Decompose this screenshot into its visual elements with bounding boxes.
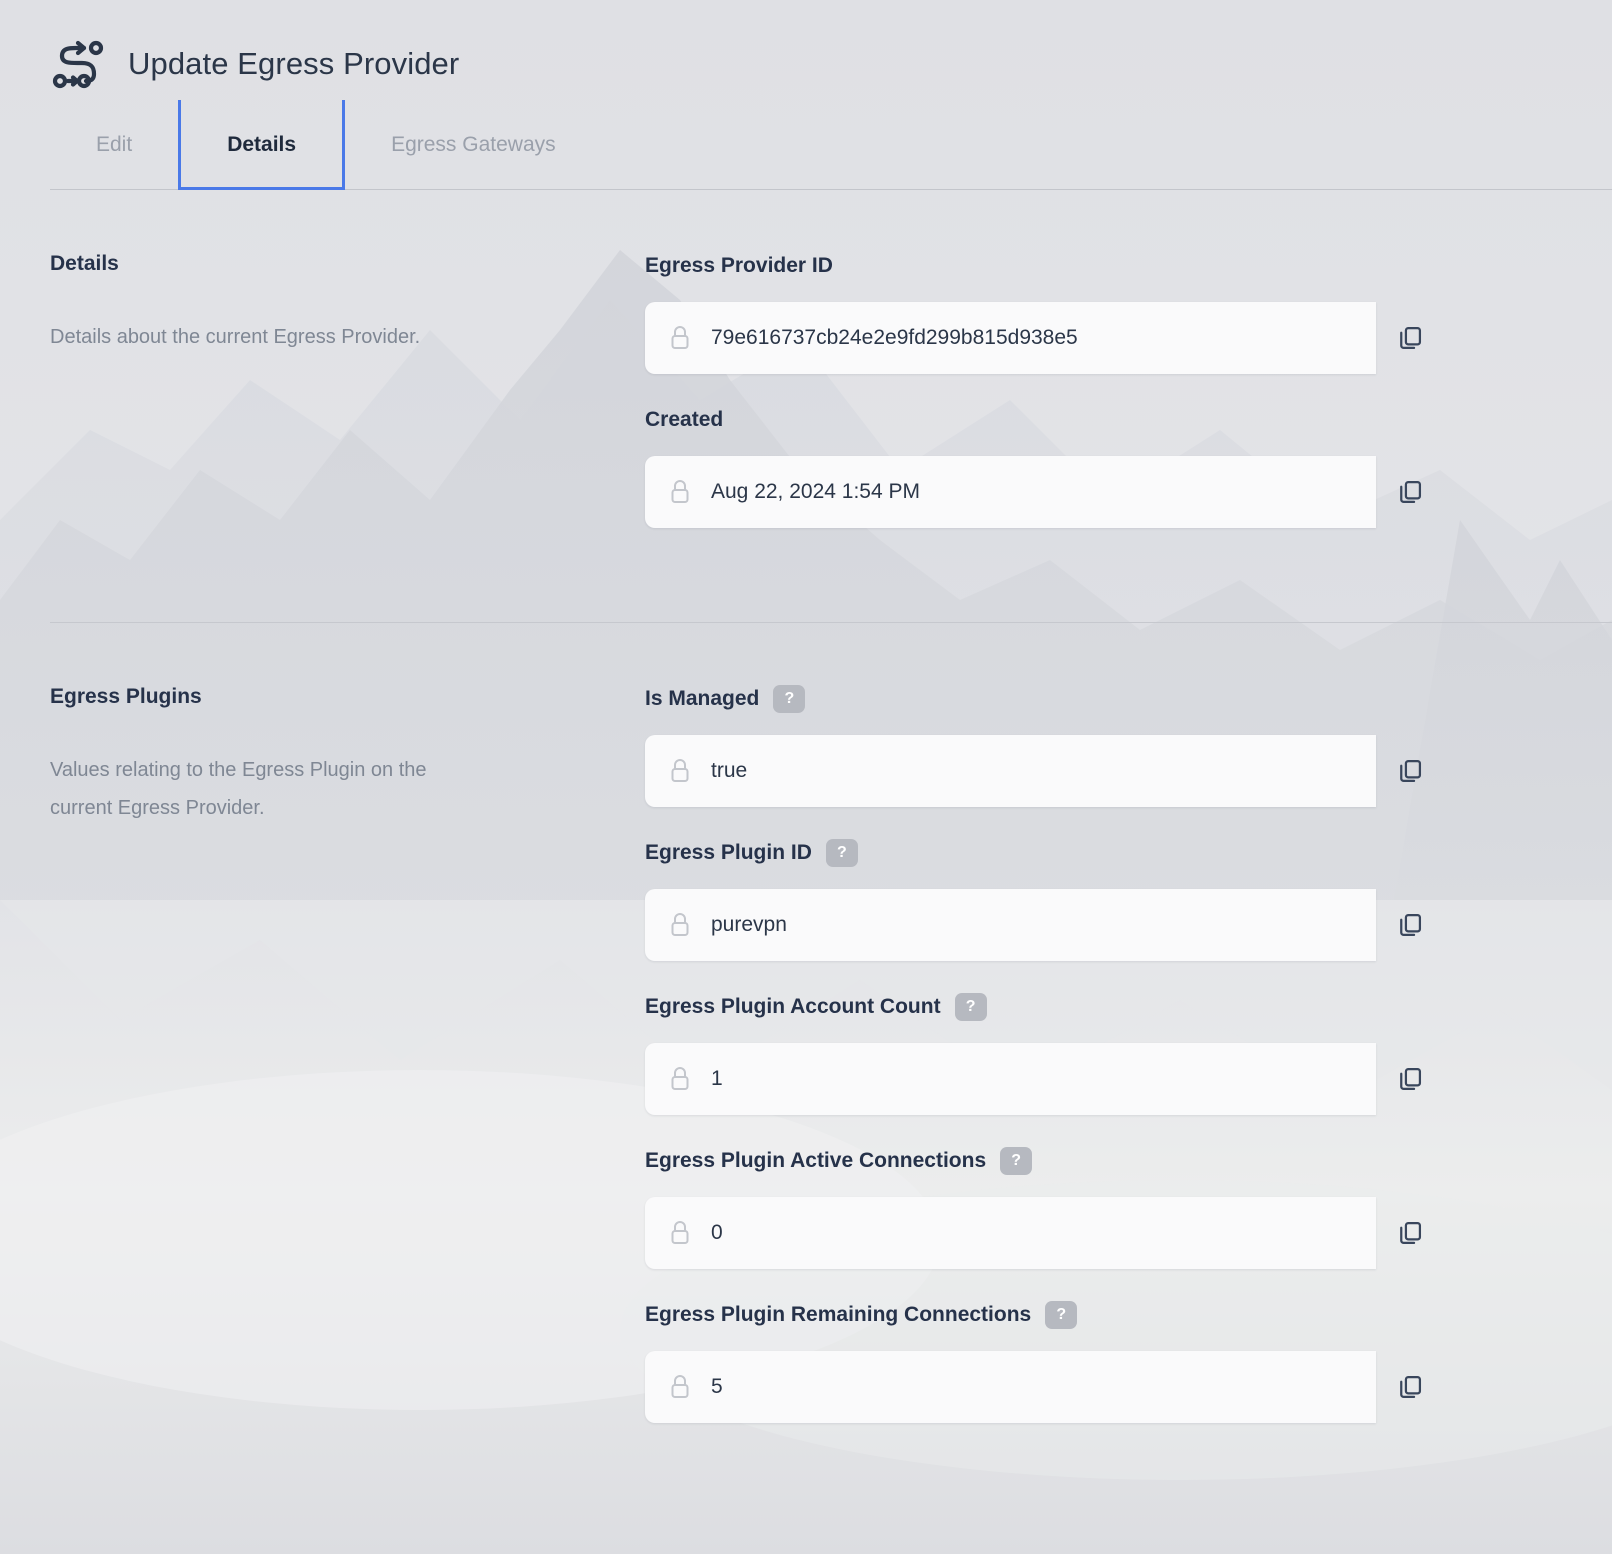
copy-icon xyxy=(1396,757,1424,785)
field-label: Egress Provider ID xyxy=(645,254,833,278)
egress-plugin-id-input[interactable]: purevpn xyxy=(645,889,1376,961)
route-icon xyxy=(50,38,106,90)
tab-bar: Edit Details Egress Gateways xyxy=(50,100,1612,190)
input-row: purevpn xyxy=(645,889,1444,961)
section-details-description: Details about the current Egress Provide… xyxy=(50,318,490,356)
copy-icon xyxy=(1396,324,1424,352)
section-egress-plugins-left: Egress Plugins Values relating to the Eg… xyxy=(50,623,645,1455)
field-label: Egress Plugin Active Connections xyxy=(645,1149,986,1173)
egress-plugin-remaining-connections-value: 5 xyxy=(711,1375,723,1399)
field-egress-plugin-remaining-connections: Egress Plugin Remaining Connections ? 5 xyxy=(645,1301,1444,1423)
tab-edit[interactable]: Edit xyxy=(50,100,178,190)
field-egress-provider-id: Egress Provider ID 79e616737cb24e2e9fd29… xyxy=(645,252,1444,374)
egress-plugin-account-count-input[interactable]: 1 xyxy=(645,1043,1376,1115)
egress-plugin-remaining-connections-input[interactable]: 5 xyxy=(645,1351,1376,1423)
copy-icon xyxy=(1396,1373,1424,1401)
field-egress-plugin-active-connections: Egress Plugin Active Connections ? 0 xyxy=(645,1147,1444,1269)
lock-icon xyxy=(669,479,691,505)
help-icon[interactable]: ? xyxy=(1045,1301,1077,1329)
section-egress-plugins-fields: Is Managed ? true xyxy=(645,623,1612,1455)
input-row: Aug 22, 2024 1:54 PM xyxy=(645,456,1444,528)
field-is-managed: Is Managed ? true xyxy=(645,685,1444,807)
input-row: 0 xyxy=(645,1197,1444,1269)
field-label-row: Egress Plugin ID ? xyxy=(645,839,1444,867)
tab-details[interactable]: Details xyxy=(178,100,345,190)
field-label: Is Managed xyxy=(645,687,759,711)
field-label: Egress Plugin Account Count xyxy=(645,995,941,1019)
section-details-left: Details Details about the current Egress… xyxy=(50,190,645,560)
field-label-row: Egress Plugin Active Connections ? xyxy=(645,1147,1444,1175)
lock-icon xyxy=(669,1374,691,1400)
egress-plugin-account-count-value: 1 xyxy=(711,1067,723,1091)
copy-icon xyxy=(1396,1219,1424,1247)
help-icon[interactable]: ? xyxy=(773,685,805,713)
field-label-row: Egress Provider ID xyxy=(645,252,1444,280)
copy-egress-plugin-active-connections-button[interactable] xyxy=(1376,1197,1444,1269)
egress-provider-id-input[interactable]: 79e616737cb24e2e9fd299b815d938e5 xyxy=(645,302,1376,374)
field-egress-plugin-account-count: Egress Plugin Account Count ? 1 xyxy=(645,993,1444,1115)
page-header: Update Egress Provider xyxy=(0,0,1612,100)
copy-egress-plugin-id-button[interactable] xyxy=(1376,889,1444,961)
field-label: Egress Plugin ID xyxy=(645,841,812,865)
section-details: Details Details about the current Egress… xyxy=(0,190,1612,560)
input-row: true xyxy=(645,735,1444,807)
field-label-row: Egress Plugin Account Count ? xyxy=(645,993,1444,1021)
egress-plugin-active-connections-input[interactable]: 0 xyxy=(645,1197,1376,1269)
egress-plugin-id-value: purevpn xyxy=(711,913,787,937)
created-input[interactable]: Aug 22, 2024 1:54 PM xyxy=(645,456,1376,528)
field-label-row: Egress Plugin Remaining Connections ? xyxy=(645,1301,1444,1329)
help-icon[interactable]: ? xyxy=(955,993,987,1021)
help-icon[interactable]: ? xyxy=(1000,1147,1032,1175)
copy-icon xyxy=(1396,478,1424,506)
field-label-row: Is Managed ? xyxy=(645,685,1444,713)
egress-provider-id-value: 79e616737cb24e2e9fd299b815d938e5 xyxy=(711,326,1078,350)
tab-egress-gateways[interactable]: Egress Gateways xyxy=(345,100,602,190)
lock-icon xyxy=(669,758,691,784)
page-root: Update Egress Provider Edit Details Egre… xyxy=(0,0,1612,1554)
lock-icon xyxy=(669,325,691,351)
copy-egress-plugin-account-count-button[interactable] xyxy=(1376,1043,1444,1115)
created-value: Aug 22, 2024 1:54 PM xyxy=(711,480,920,504)
field-created: Created Aug 22, 2024 1:54 PM xyxy=(645,406,1444,528)
field-label: Created xyxy=(645,408,723,432)
section-details-fields: Egress Provider ID 79e616737cb24e2e9fd29… xyxy=(645,190,1612,560)
is-managed-value: true xyxy=(711,759,747,783)
input-row: 1 xyxy=(645,1043,1444,1115)
copy-created-button[interactable] xyxy=(1376,456,1444,528)
copy-egress-provider-id-button[interactable] xyxy=(1376,302,1444,374)
section-egress-plugins: Egress Plugins Values relating to the Eg… xyxy=(0,623,1612,1455)
egress-plugin-active-connections-value: 0 xyxy=(711,1221,723,1245)
help-icon[interactable]: ? xyxy=(826,839,858,867)
page-title: Update Egress Provider xyxy=(128,46,459,82)
field-egress-plugin-id: Egress Plugin ID ? purevpn xyxy=(645,839,1444,961)
copy-is-managed-button[interactable] xyxy=(1376,735,1444,807)
field-label: Egress Plugin Remaining Connections xyxy=(645,1303,1031,1327)
section-egress-plugins-title: Egress Plugins xyxy=(50,685,645,709)
field-label-row: Created xyxy=(645,406,1444,434)
lock-icon xyxy=(669,1220,691,1246)
lock-icon xyxy=(669,912,691,938)
input-row: 5 xyxy=(645,1351,1444,1423)
copy-icon xyxy=(1396,1065,1424,1093)
input-row: 79e616737cb24e2e9fd299b815d938e5 xyxy=(645,302,1444,374)
section-details-title: Details xyxy=(50,252,645,276)
copy-egress-plugin-remaining-connections-button[interactable] xyxy=(1376,1351,1444,1423)
is-managed-input[interactable]: true xyxy=(645,735,1376,807)
lock-icon xyxy=(669,1066,691,1092)
copy-icon xyxy=(1396,911,1424,939)
section-egress-plugins-description: Values relating to the Egress Plugin on … xyxy=(50,751,490,827)
